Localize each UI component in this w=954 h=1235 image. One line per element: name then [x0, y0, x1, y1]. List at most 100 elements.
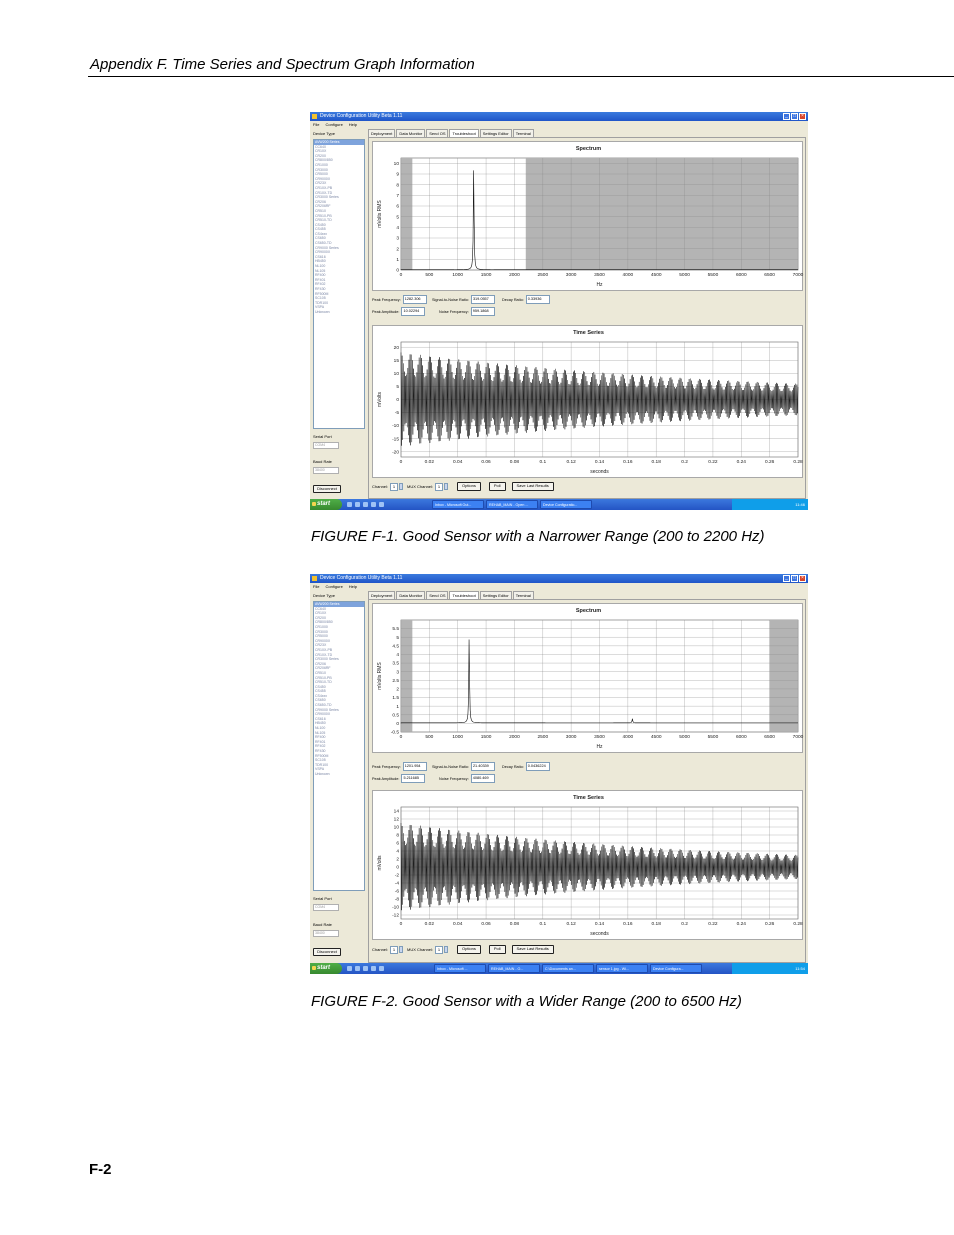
channel-input[interactable]: 1: [390, 945, 399, 954]
y-tick-label: 2: [396, 687, 399, 693]
x-tick-label: 0.14: [595, 459, 605, 465]
tab-terminal[interactable]: Terminal: [512, 129, 534, 137]
y-tick-label: 5: [396, 635, 399, 641]
menu-configure[interactable]: Configure: [325, 121, 342, 128]
window-title: Device Configuration Utility Beta 1.11: [320, 113, 403, 119]
quick-launch-icon[interactable]: [371, 502, 376, 507]
taskbar-item[interactable]: sensor 1.jpg - Wi...: [596, 964, 648, 973]
poll-button[interactable]: Poll: [488, 482, 506, 491]
baud-rate-select[interactable]: 38400: [313, 930, 339, 937]
mux-channel-input[interactable]: 1: [435, 482, 444, 491]
tab-troubleshoot[interactable]: Troubleshoot: [449, 591, 479, 599]
menu-configure[interactable]: Configure: [325, 583, 342, 590]
quick-launch-icon[interactable]: [347, 502, 352, 507]
taskbar-item[interactable]: Device Configura...: [650, 964, 702, 973]
quick-launch-icon[interactable]: [355, 966, 360, 971]
tab-deployment[interactable]: Deployment: [368, 591, 396, 599]
poll-button[interactable]: Poll: [488, 945, 506, 954]
disconnect-button[interactable]: Disconnect: [313, 485, 341, 493]
minimize-button[interactable]: _: [783, 113, 790, 120]
menu-bar: File Configure Help: [310, 583, 808, 590]
mux-spinner-arrows[interactable]: [444, 946, 449, 953]
baud-rate-select[interactable]: 38400: [313, 467, 339, 474]
taskbar-item[interactable]: REHAB_MAIN - Open ...: [486, 500, 538, 509]
x-tick-label: 0.02: [425, 459, 435, 465]
device-list-item[interactable]: Unknown: [314, 772, 364, 777]
results-readouts: Peak Frequency: 1201.954 Signal-to-Noise …: [371, 762, 802, 786]
quick-launch-icon[interactable]: [355, 502, 360, 507]
quick-launch-icon[interactable]: [371, 966, 376, 971]
tab-deployment[interactable]: Deployment: [368, 129, 396, 137]
x-tick-label: 3000: [566, 272, 577, 278]
start-button[interactable]: start: [310, 963, 342, 974]
channel-input[interactable]: 1: [390, 482, 399, 491]
menu-help[interactable]: Help: [349, 583, 357, 590]
y-tick-label: 12: [394, 817, 400, 823]
tab-data-monitor[interactable]: Data Monitor: [396, 591, 426, 599]
tab-send-os[interactable]: Send OS: [426, 129, 449, 137]
taskbar-item[interactable]: Inbox - Microsoft ...: [434, 964, 486, 973]
x-tick-label: 0.26: [765, 921, 775, 927]
minimize-button[interactable]: _: [783, 575, 790, 582]
mux-spinner-arrows[interactable]: [444, 483, 449, 490]
peak-frequency-field: 1201.954: [402, 762, 427, 771]
quick-launch-icon[interactable]: [379, 502, 384, 507]
y-tick-label: 0: [396, 865, 399, 871]
save-last-results-button[interactable]: Save Last Results: [511, 945, 554, 954]
quick-launch-icon[interactable]: [379, 966, 384, 971]
x-tick-label: 0.06: [481, 459, 491, 465]
device-type-list[interactable]: AVW200 Series CC640 CR10X CR200 CR800/850 CR1…: [313, 601, 365, 891]
serial-port-select[interactable]: COM4: [313, 442, 339, 449]
tab-data-monitor[interactable]: Data Monitor: [396, 129, 426, 137]
tab-troubleshoot[interactable]: Troubleshoot: [449, 129, 479, 137]
tab-send-os[interactable]: Send OS: [426, 591, 449, 599]
peak-frequency-label: Peak Frequency:: [372, 297, 401, 302]
options-button[interactable]: Options: [457, 482, 481, 491]
peak-frequency-label: Peak Frequency:: [372, 764, 401, 769]
x-tick-label: 0: [400, 734, 403, 740]
serial-port-select[interactable]: COM4: [313, 904, 339, 911]
channel-spinner-arrows[interactable]: [399, 946, 404, 953]
maximize-button[interactable]: □: [791, 575, 798, 582]
device-list-item[interactable]: Unknown: [314, 310, 364, 315]
mux-channel-input[interactable]: 1: [435, 945, 444, 954]
tab-terminal[interactable]: Terminal: [512, 591, 534, 599]
start-button[interactable]: start: [310, 499, 342, 510]
taskbar-item[interactable]: REHAB_MAIN - O...: [488, 964, 540, 973]
chart-title: Time Series: [573, 330, 604, 336]
maximize-button[interactable]: □: [791, 113, 798, 120]
tab-settings-editor[interactable]: Settings Editor: [479, 129, 512, 137]
y-tick-label: -5: [395, 410, 400, 416]
menu-file[interactable]: File: [313, 583, 319, 590]
tab-strip: Deployment Data Monitor Send OS Troubleshoo…: [368, 591, 535, 599]
taskbar-item[interactable]: Inbox - Microsoft Out...: [432, 500, 484, 509]
taskbar: start Inbox - Microsoft Out... REHAB_MAIN…: [310, 499, 808, 510]
save-last-results-button[interactable]: Save Last Results: [511, 482, 554, 491]
quick-launch-icon[interactable]: [347, 966, 352, 971]
y-tick-label: 8: [396, 833, 399, 839]
x-tick-label: 7000: [793, 272, 804, 278]
taskbar-item[interactable]: C:\Documents an...: [542, 964, 594, 973]
menu-bar: File Configure Help: [310, 121, 808, 128]
y-axis-label: mVolts RMS: [377, 200, 383, 228]
close-button[interactable]: ×: [799, 575, 806, 582]
device-type-list[interactable]: AVW200 Series CC640 CR10X CR200 CR800/850 CR1…: [313, 139, 365, 429]
menu-help[interactable]: Help: [349, 121, 357, 128]
y-tick-label: 1: [396, 704, 399, 710]
tab-settings-editor[interactable]: Settings Editor: [479, 591, 512, 599]
decay-label: Decay Ratio:: [502, 297, 524, 302]
figure-caption: FIGURE F-1. Good Sensor with a Narrower …: [311, 528, 765, 545]
x-tick-label: 0.26: [765, 459, 775, 465]
quick-launch-icon[interactable]: [363, 966, 368, 971]
noise-frequency-field: 959.1868: [470, 307, 495, 316]
channel-spinner-arrows[interactable]: [399, 483, 404, 490]
quick-launch-icon[interactable]: [363, 502, 368, 507]
taskbar-item[interactable]: Device Configuratio...: [540, 500, 592, 509]
x-tick-label: 1000: [452, 734, 463, 740]
x-tick-label: 0.16: [623, 459, 633, 465]
y-axis-label: mVolts: [377, 392, 383, 408]
menu-file[interactable]: File: [313, 121, 319, 128]
close-button[interactable]: ×: [799, 113, 806, 120]
disconnect-button[interactable]: Disconnect: [313, 948, 341, 956]
options-button[interactable]: Options: [457, 945, 481, 954]
